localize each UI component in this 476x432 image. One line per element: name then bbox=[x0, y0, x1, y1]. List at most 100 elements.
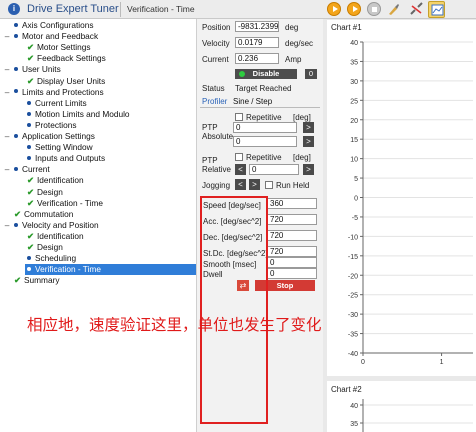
tree-item[interactable]: Current Limits bbox=[0, 98, 196, 109]
app-logo-icon: i bbox=[8, 3, 20, 15]
ptp-absolute-repetitive-label: Repetitive bbox=[246, 113, 282, 122]
collapse-icon[interactable]: – bbox=[3, 31, 11, 42]
chart-2[interactable]: Chart #2 40 35 bbox=[327, 381, 476, 432]
y-tick-label: 5 bbox=[354, 176, 358, 183]
stdc-input[interactable]: 720 bbox=[267, 246, 317, 257]
tree-item[interactable]: – Application Settings bbox=[0, 131, 196, 142]
ptp-relative-repetitive-checkbox[interactable] bbox=[235, 153, 243, 161]
tree-item-content: Inputs and Outputs bbox=[27, 153, 105, 164]
tree-item[interactable]: Scheduling bbox=[0, 253, 196, 264]
tree-item[interactable]: – Current bbox=[0, 164, 196, 175]
ptp-absolute-go-button-2[interactable]: > bbox=[303, 136, 314, 147]
ptp-absolute-input-1[interactable]: 0 bbox=[233, 122, 297, 133]
tree-item-label: Current Limits bbox=[35, 97, 87, 108]
tree-item-label: Verification - Time bbox=[37, 197, 103, 208]
chart-title: Chart #1 bbox=[331, 23, 362, 32]
ptp-relative-back-button[interactable]: < bbox=[235, 164, 246, 175]
collapse-icon[interactable]: – bbox=[3, 220, 11, 231]
run-held-label: Run Held bbox=[276, 181, 310, 190]
bullet-icon bbox=[27, 122, 31, 127]
dwell-input[interactable]: 0 bbox=[267, 268, 317, 279]
navigation-tree: Axis Configurations – Motor and Feedback ✔ M… bbox=[0, 19, 197, 432]
position-field: -9831.2399 bbox=[235, 21, 279, 32]
collapse-icon[interactable]: – bbox=[3, 164, 11, 175]
tree-item[interactable]: ✔ Identification bbox=[0, 231, 196, 242]
y-tick-label: 35 bbox=[350, 421, 358, 428]
bullet-icon bbox=[14, 67, 18, 72]
tree-item[interactable]: ✔ Design bbox=[0, 187, 196, 198]
jog-back-button[interactable]: < bbox=[235, 179, 246, 190]
bullet-icon bbox=[27, 267, 31, 271]
tree-item[interactable]: Setting Window bbox=[0, 142, 196, 153]
tree-item[interactable]: – User Units bbox=[0, 64, 196, 75]
tree-item-label: Design bbox=[37, 242, 63, 252]
y-tick-label: 35 bbox=[350, 59, 358, 66]
tree-item[interactable]: – Motor and Feedback bbox=[0, 31, 196, 42]
tree-item[interactable]: Verification - Time bbox=[25, 264, 196, 276]
ptp-absolute-go-button[interactable]: > bbox=[303, 122, 314, 133]
tree-item[interactable]: Axis Configurations bbox=[0, 20, 196, 31]
y-tick-label: -10 bbox=[348, 234, 358, 241]
collapse-icon[interactable]: – bbox=[3, 64, 11, 75]
tree-item[interactable]: Motion Limits and Modulo bbox=[0, 109, 196, 120]
tab-divider bbox=[200, 107, 320, 108]
tree-item[interactable]: ✔ Display User Units bbox=[0, 76, 196, 87]
tree-item-label: Feedback Settings bbox=[37, 53, 106, 64]
y-tick-label: 10 bbox=[350, 157, 358, 164]
tree-item-label: Commutation bbox=[24, 208, 74, 219]
speed-input[interactable]: 360 bbox=[267, 198, 317, 209]
ptp-absolute-repetitive-checkbox[interactable] bbox=[235, 113, 243, 121]
chart-settings-icon[interactable] bbox=[428, 1, 445, 18]
collapse-icon[interactable]: – bbox=[3, 87, 11, 98]
tree-item[interactable]: – Limits and Protections bbox=[0, 87, 196, 98]
tree-item-content: Limits and Protections bbox=[14, 87, 104, 98]
run-held-checkbox[interactable] bbox=[265, 181, 273, 189]
tree-item[interactable]: Protections bbox=[0, 120, 196, 131]
tree-item[interactable]: ✔ Summary bbox=[0, 275, 196, 286]
tree-item-label: Setting Window bbox=[35, 142, 93, 153]
tree-item[interactable]: ✔ Design bbox=[0, 242, 196, 253]
control-panel: Position -9831.2399 deg Velocity 0.0179 … bbox=[197, 19, 323, 432]
tree-item[interactable]: ✔ Commutation bbox=[0, 209, 196, 220]
ptp-relative-forward-button[interactable]: > bbox=[303, 164, 314, 175]
ptp-relative-repetitive-label: Repetitive bbox=[246, 153, 282, 162]
disable-button[interactable]: Disable bbox=[235, 69, 297, 79]
brush-icon[interactable] bbox=[386, 2, 401, 17]
tree-item[interactable]: Inputs and Outputs bbox=[0, 153, 196, 164]
tree-item[interactable]: ✔ Motor Settings bbox=[0, 42, 196, 53]
chart-1[interactable]: Chart #14035302520151050-5-10-15-20-25-3… bbox=[327, 20, 476, 376]
tree-item-label: Summary bbox=[24, 275, 60, 286]
tree-item-label: Motor Settings bbox=[37, 42, 91, 53]
check-icon: ✔ bbox=[27, 53, 34, 64]
tree-item[interactable]: – Velocity and Position bbox=[0, 220, 196, 231]
bullet-icon bbox=[27, 111, 31, 116]
ptp-absolute-label-line1: PTP bbox=[202, 123, 218, 132]
acc-input[interactable]: 720 bbox=[267, 214, 317, 225]
ptp-absolute-input-2[interactable]: 0 bbox=[233, 136, 297, 147]
tab-sine-step[interactable]: Sine / Step bbox=[233, 97, 272, 107]
disconnect-icon[interactable] bbox=[409, 2, 424, 17]
smooth-input[interactable]: 0 bbox=[267, 257, 317, 268]
jog-forward-button[interactable]: > bbox=[249, 179, 260, 190]
stop-icon[interactable] bbox=[367, 2, 381, 16]
tree-item[interactable]: ✔ Verification - Time bbox=[0, 198, 196, 209]
tab-profiler[interactable]: Profiler bbox=[202, 97, 227, 107]
tree-item-label: Identification bbox=[37, 230, 84, 241]
y-tick-label: 0 bbox=[354, 196, 358, 203]
run-icon[interactable] bbox=[327, 2, 341, 16]
tree-item-label: Design bbox=[37, 186, 63, 197]
collapse-icon[interactable]: – bbox=[3, 131, 11, 142]
tree-item-label: Identification bbox=[37, 175, 84, 186]
bullet-icon bbox=[14, 89, 18, 94]
ptp-relative-input[interactable]: 0 bbox=[249, 164, 299, 175]
tree-item[interactable]: ✔ Feedback Settings bbox=[0, 53, 196, 64]
tree-item[interactable]: ✔ Identification bbox=[0, 175, 196, 186]
tree-item-label: Protections bbox=[35, 119, 77, 130]
run-continuous-icon[interactable] bbox=[347, 2, 361, 16]
y-tick-label: -15 bbox=[348, 254, 358, 261]
tab-verification-time[interactable]: Verification - Time bbox=[120, 2, 201, 17]
tree-item-content: ✔ Commutation bbox=[14, 209, 73, 220]
dec-input[interactable]: 720 bbox=[267, 230, 317, 241]
tree-item-label: Display User Units bbox=[37, 75, 106, 86]
y-tick-label: 40 bbox=[350, 403, 358, 410]
